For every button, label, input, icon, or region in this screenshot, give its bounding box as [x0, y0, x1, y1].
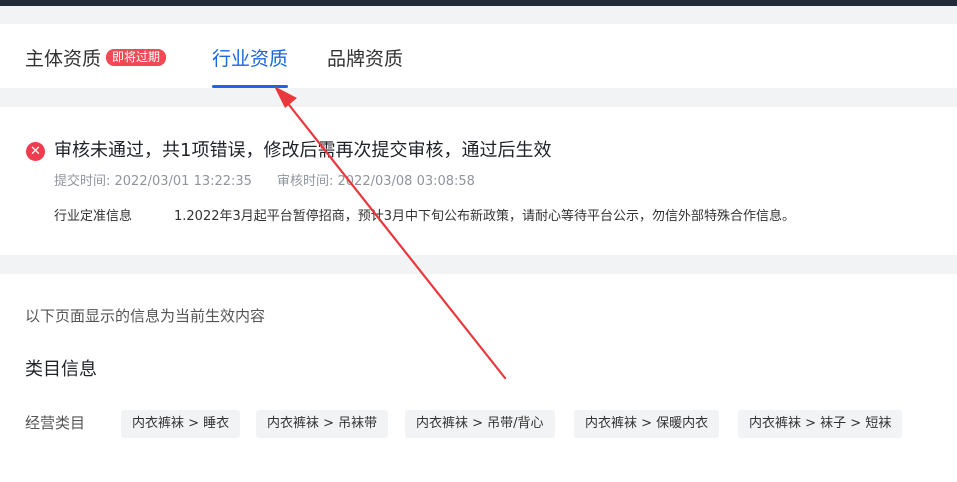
- category-chip: 内衣裤袜 > 保暖内衣: [574, 410, 720, 438]
- active-tab-indicator: [212, 85, 288, 88]
- category-section-title: 类目信息: [25, 359, 97, 380]
- review-time: 审核时间: 2022/03/08 03:08:58: [277, 174, 475, 189]
- error-circle-icon: ✕: [26, 142, 45, 161]
- qualification-tabs: 主体资质 即将过期 行业资质 品牌资质: [0, 24, 957, 88]
- category-chip: 内衣裤袜 > 睡衣: [121, 410, 241, 438]
- notice-label: 行业定准信息: [54, 209, 133, 224]
- effective-content-panel: 以下页面显示的信息为当前生效内容 类目信息 经营类目 内衣裤袜 > 睡衣 内衣裤…: [0, 274, 957, 482]
- submit-time: 提交时间: 2022/03/01 13:22:35: [54, 174, 252, 189]
- business-category-label: 经营类目: [25, 414, 86, 432]
- expiring-badge: 即将过期: [106, 49, 167, 66]
- audit-status-title: 审核未通过，共1项错误，修改后需再次提交审核，通过后生效: [54, 140, 552, 161]
- top-header-bar: [0, 0, 957, 6]
- tab-industry-qualification[interactable]: 行业资质: [212, 48, 288, 70]
- tab-main-qualification[interactable]: 主体资质: [25, 48, 101, 70]
- notice-text: 1.2022年3月起平台暂停招商，预计3月中下旬公布新政策，请耐心等待平台公示，…: [174, 209, 796, 224]
- category-chip: 内衣裤袜 > 吊带/背心: [405, 410, 555, 438]
- tab-brand-qualification[interactable]: 品牌资质: [327, 48, 403, 70]
- audit-result-panel: ✕ 审核未通过，共1项错误，修改后需再次提交审核，通过后生效 提交时间: 202…: [0, 107, 957, 255]
- effective-content-tip: 以下页面显示的信息为当前生效内容: [25, 307, 266, 325]
- category-chip: 内衣裤袜 > 吊袜带: [256, 410, 389, 438]
- category-chip: 内衣裤袜 > 袜子 > 短袜: [738, 410, 903, 438]
